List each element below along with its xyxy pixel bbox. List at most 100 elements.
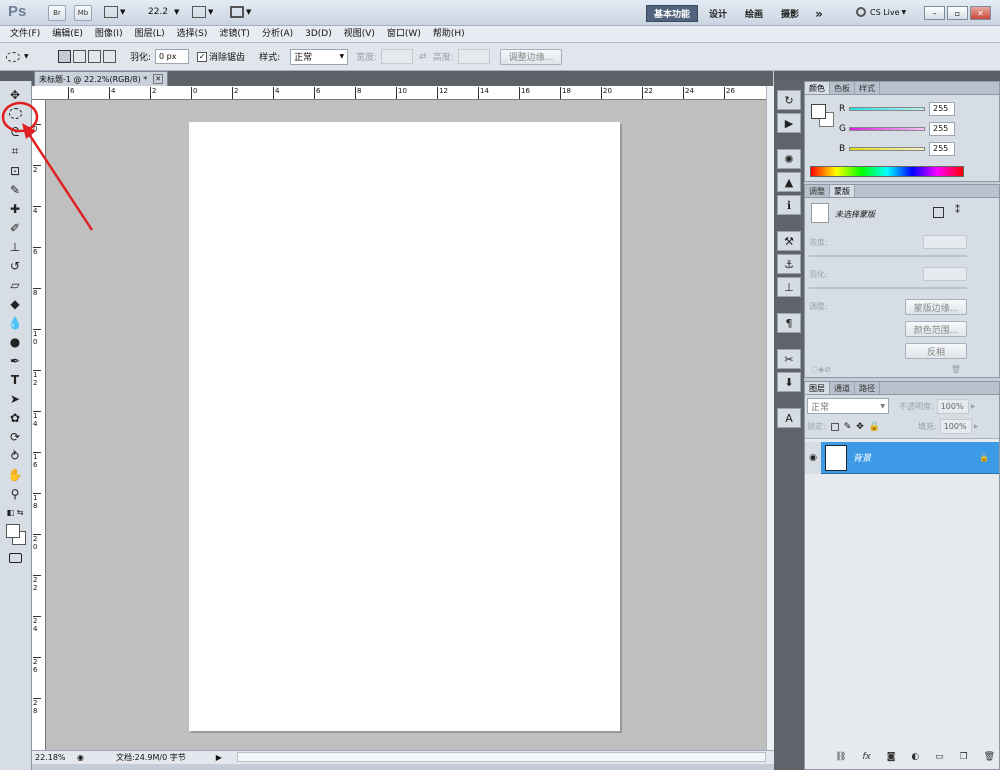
type-tool-icon[interactable]: T <box>0 370 30 389</box>
menu-filter[interactable]: 滤镜(T) <box>213 26 256 43</box>
path-selection-tool-icon[interactable]: ➤ <box>0 389 30 408</box>
gradient-tool-icon[interactable]: ◆ <box>0 294 30 313</box>
tab-masks[interactable]: 蒙版 <box>830 185 855 197</box>
cs-live-button[interactable]: CS Live ▼ <box>856 7 906 17</box>
new-group-icon[interactable]: ▭ <box>935 752 944 762</box>
toolbox-header[interactable] <box>0 71 32 81</box>
shape-tool-icon[interactable]: ✿ <box>0 408 30 427</box>
tab-layers[interactable]: 图层 <box>805 382 830 394</box>
brush-panel-icon[interactable]: ✺ <box>777 149 801 169</box>
tab-adjustments[interactable]: 调整 <box>805 185 830 197</box>
tab-color[interactable]: 颜色 <box>805 82 830 94</box>
adjustment-layer-icon[interactable]: ◐ <box>911 752 919 762</box>
delete-layer-icon[interactable]: 🗑 <box>984 752 995 762</box>
paragraph-panel-icon[interactable]: ¶ <box>777 313 801 333</box>
pen-tool-icon[interactable]: ✒ <box>0 351 30 370</box>
character-panel-icon[interactable]: A <box>777 408 801 428</box>
channel-g-value[interactable]: 255 <box>929 122 955 136</box>
panel-dock-header[interactable] <box>774 71 1000 81</box>
fg-bg-preview[interactable] <box>811 104 835 128</box>
color-swatches[interactable] <box>0 522 30 548</box>
tab-styles[interactable]: 样式 <box>855 82 880 94</box>
menu-view[interactable]: 视图(V) <box>338 26 381 43</box>
hand-tool-icon[interactable]: ✋ <box>0 465 30 484</box>
workspace-design[interactable]: 设计 <box>702 5 734 22</box>
blur-tool-icon[interactable]: 💧 <box>0 313 30 332</box>
brush-presets-icon[interactable]: ⊥ <box>777 277 801 297</box>
new-selection-icon[interactable] <box>58 50 71 63</box>
add-vector-mask-icon[interactable]: ⁑ <box>955 205 960 216</box>
minimize-button[interactable]: – <box>924 6 945 20</box>
channel-b-slider[interactable] <box>849 147 925 151</box>
history-brush-tool-icon[interactable]: ↺ <box>0 256 30 275</box>
layer-row-background[interactable]: ◉ 背景 🔒 <box>805 441 999 474</box>
zoom-tool-icon[interactable]: ⚲ <box>0 484 30 503</box>
screen-mode-dropdown[interactable]: ▼ <box>230 6 251 18</box>
add-selection-icon[interactable] <box>73 50 86 63</box>
menu-image[interactable]: 图像(I) <box>89 26 129 43</box>
intersect-selection-icon[interactable] <box>103 50 116 63</box>
menu-help[interactable]: 帮助(H) <box>427 26 471 43</box>
color-spectrum-ramp[interactable] <box>810 166 964 177</box>
add-mask-icon[interactable]: ◙ <box>887 752 896 762</box>
document-tab[interactable]: 未标题-1 @ 22.2%(RGB/8) * ✕ <box>34 71 169 86</box>
new-layer-icon[interactable]: ❐ <box>960 752 968 762</box>
3d-rotate-tool-icon[interactable]: ⟳ <box>0 427 30 446</box>
default-colors-icon[interactable]: ◧ ⇆ <box>0 503 30 522</box>
zoom-level-dropdown[interactable]: 22.2 ▼ <box>148 7 179 17</box>
info-panel-icon[interactable]: ℹ <box>777 195 801 215</box>
tab-swatches[interactable]: 色板 <box>830 82 855 94</box>
history-panel-icon[interactable]: ↻ <box>777 90 801 110</box>
restore-button[interactable]: ▫ <box>947 6 968 20</box>
quick-mask-icon[interactable] <box>0 548 30 567</box>
feather-input[interactable]: 0 px <box>155 49 190 64</box>
zoom-percentage[interactable]: 22.18% <box>35 753 73 762</box>
channel-r-slider[interactable] <box>849 107 925 111</box>
3d-panel-icon[interactable]: ✂ <box>777 349 801 369</box>
subtract-selection-icon[interactable] <box>88 50 101 63</box>
lock-position-icon[interactable]: ✥ <box>856 422 864 432</box>
vertical-scrollbar[interactable] <box>766 86 774 750</box>
menu-window[interactable]: 窗口(W) <box>381 26 427 43</box>
view-extras-dropdown[interactable]: ▼ <box>104 6 125 18</box>
close-button[interactable]: ✕ <box>970 6 991 20</box>
menu-3d[interactable]: 3D(D) <box>299 26 338 43</box>
visibility-eye-icon[interactable]: ◉ <box>805 441 821 474</box>
eraser-tool-icon[interactable]: ▱ <box>0 275 30 294</box>
3d-orbit-tool-icon[interactable]: ⥁ <box>0 446 30 465</box>
navigator-panel-icon[interactable]: ▲ <box>777 172 801 192</box>
channel-g-slider[interactable] <box>849 127 925 131</box>
dodge-tool-icon[interactable]: ● <box>0 332 30 351</box>
channel-r-value[interactable]: 255 <box>929 102 955 116</box>
mini-bridge-button[interactable]: Mb <box>74 5 92 21</box>
clone-source-icon[interactable]: ⚓ <box>777 254 801 274</box>
style-select[interactable]: 正常 ▼ <box>290 48 349 65</box>
more-workspaces-button[interactable]: » <box>808 5 830 22</box>
link-layers-icon[interactable]: ⛓ <box>835 752 846 762</box>
add-pixel-mask-icon[interactable] <box>933 207 944 218</box>
arrange-documents-dropdown[interactable]: ▼ <box>192 6 213 18</box>
notes-panel-icon[interactable]: ⬇ <box>777 372 801 392</box>
menu-file[interactable]: 文件(F) <box>4 26 46 43</box>
workspace-essentials[interactable]: 基本功能 <box>646 5 699 22</box>
lock-image-icon[interactable]: ✎ <box>844 422 852 432</box>
workspace-painting[interactable]: 绘画 <box>738 5 770 22</box>
menu-layer[interactable]: 图层(L) <box>129 26 171 43</box>
document-canvas[interactable] <box>189 122 620 731</box>
refine-edge-button[interactable]: 调整边缘... <box>499 48 563 65</box>
menu-analysis[interactable]: 分析(A) <box>256 26 299 43</box>
bridge-button[interactable]: Br <box>48 5 66 21</box>
tab-channels[interactable]: 通道 <box>830 382 855 394</box>
actions-panel-icon[interactable]: ▶ <box>777 113 801 133</box>
lock-transparent-icon[interactable] <box>830 422 839 431</box>
foreground-swatch[interactable] <box>811 104 826 119</box>
status-menu-arrow-icon[interactable]: ▶ <box>216 753 222 762</box>
menu-select[interactable]: 选择(S) <box>171 26 214 43</box>
tab-paths[interactable]: 路径 <box>855 382 880 394</box>
horizontal-scrollbar[interactable] <box>237 752 766 762</box>
menu-edit[interactable]: 编辑(E) <box>46 26 89 43</box>
workspace-photography[interactable]: 摄影 <box>774 5 806 22</box>
channel-b-value[interactable]: 255 <box>929 142 955 156</box>
tool-presets-icon[interactable]: ⚒ <box>777 231 801 251</box>
layer-style-icon[interactable]: fx <box>862 752 871 762</box>
